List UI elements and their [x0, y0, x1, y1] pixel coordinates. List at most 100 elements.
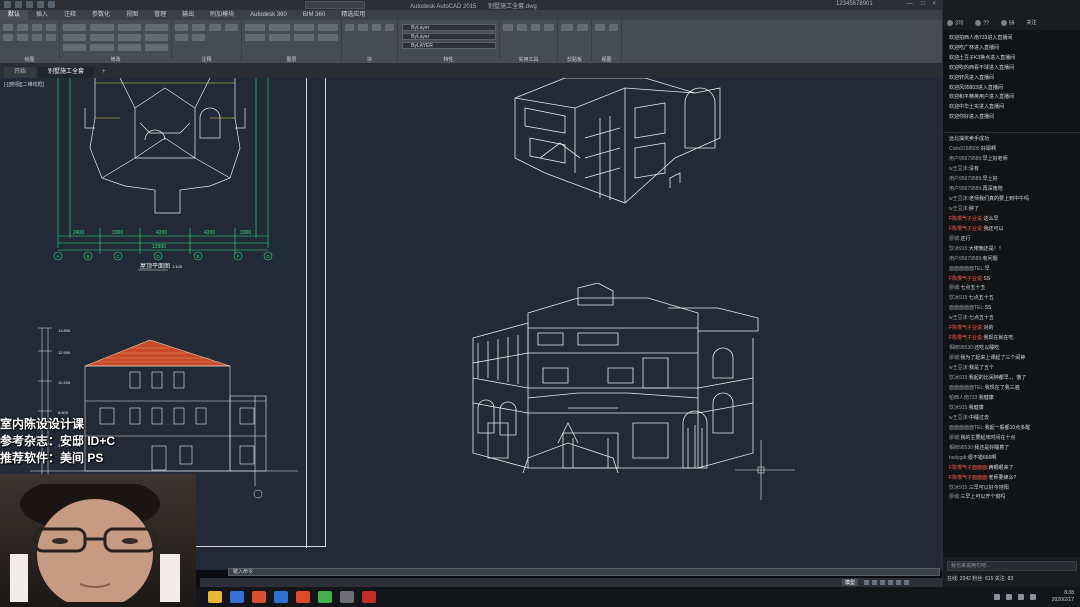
- undo-icon[interactable]: [37, 1, 44, 8]
- command-line[interactable]: 键入命令: [228, 568, 940, 576]
- osnap-toggle-icon[interactable]: [896, 580, 902, 585]
- redo-icon[interactable]: [48, 1, 55, 8]
- chat-username[interactable]: hsdygdt:: [949, 455, 968, 461]
- layer-freeze-icon[interactable]: [317, 24, 338, 31]
- viewport-icon[interactable]: [595, 24, 605, 31]
- select-all-icon[interactable]: [530, 24, 541, 31]
- linetype-combo[interactable]: ByLayer: [402, 33, 496, 40]
- open-file-icon[interactable]: [15, 1, 22, 8]
- insert-block-icon[interactable]: [345, 24, 355, 31]
- search-input[interactable]: [305, 1, 365, 9]
- move-icon[interactable]: [63, 24, 87, 31]
- circle-tool-icon[interactable]: [31, 24, 42, 31]
- chat-username[interactable]: 面面面面面TEL:: [949, 266, 985, 272]
- id-point-icon[interactable]: [544, 24, 554, 31]
- chat-username[interactable]: 用户95679589:: [949, 156, 983, 162]
- file-explorer-icon[interactable]: [208, 591, 222, 603]
- chat-username[interactable]: 饮冰915:: [949, 295, 969, 301]
- chat-username[interactable]: 饮冰915:: [949, 246, 969, 252]
- chat-username[interactable]: F陈慢气子业说:: [949, 335, 983, 341]
- chat-tab-hot[interactable]: 370: [947, 19, 963, 26]
- copy-clip-icon[interactable]: [576, 24, 588, 31]
- measure-icon[interactable]: [503, 24, 513, 31]
- save-icon[interactable]: [26, 1, 33, 8]
- chat-tab-likes[interactable]: 59: [1000, 19, 1014, 26]
- chat-username[interactable]: 廖城:: [949, 494, 960, 500]
- tab-insert[interactable]: 插入: [28, 10, 56, 20]
- panel-view-title[interactable]: 视图: [592, 56, 621, 63]
- line-tool-icon[interactable]: [3, 24, 14, 31]
- illustrator-icon[interactable]: [296, 591, 310, 603]
- tab-autodesk-360[interactable]: Autodesk 360: [242, 10, 295, 20]
- chat-username[interactable]: 饮冰915:: [949, 375, 969, 381]
- tab-default[interactable]: 默认: [0, 10, 29, 20]
- chat-username[interactable]: 廖城:: [949, 285, 960, 291]
- tab-featured-apps[interactable]: 精选应用: [333, 10, 373, 20]
- chat-username[interactable]: w王豆沫:: [949, 166, 969, 172]
- ellipse-tool-icon[interactable]: [31, 34, 42, 41]
- calculator-icon[interactable]: [516, 24, 527, 31]
- browser-icon[interactable]: [230, 591, 244, 603]
- layer-unisolate-icon[interactable]: [293, 34, 314, 41]
- tab-view[interactable]: 视图: [118, 10, 146, 20]
- edit-block-icon[interactable]: [371, 24, 381, 31]
- chat-username[interactable]: w王豆沫:: [949, 365, 969, 371]
- panel-properties-title[interactable]: 特性: [398, 56, 499, 63]
- panel-layers-title[interactable]: 图层: [242, 56, 341, 63]
- user-account[interactable]: 12345678901: [836, 1, 873, 7]
- layer-lock-icon[interactable]: [245, 34, 266, 41]
- table-icon[interactable]: [225, 24, 238, 31]
- tab-output[interactable]: 输出: [174, 10, 202, 20]
- tab-annotate[interactable]: 注释: [56, 10, 84, 20]
- lineweight-combo[interactable]: ByLAYER: [402, 42, 496, 49]
- scale-icon[interactable]: [144, 34, 168, 41]
- copy-icon[interactable]: [144, 24, 168, 31]
- chat-username[interactable]: F陈慢气子业说:: [949, 325, 983, 331]
- notification-icon[interactable]: [1030, 594, 1036, 600]
- array-icon[interactable]: [63, 44, 87, 51]
- wechat-icon[interactable]: [318, 591, 332, 603]
- rotate-icon[interactable]: [90, 24, 114, 31]
- chat-username[interactable]: F陈慢气子业说:: [949, 226, 983, 232]
- chat-username[interactable]: w王豆沫:: [949, 206, 969, 212]
- panel-clipboard-title[interactable]: 剪贴板: [558, 56, 591, 63]
- chat-username[interactable]: 饮冰915:: [949, 405, 969, 411]
- panel-draw-title[interactable]: 绘图: [0, 56, 59, 63]
- layer-off-icon[interactable]: [269, 24, 290, 31]
- chat-input[interactable]: 我也来说两句吧...: [947, 561, 1077, 571]
- doc-tab-drawing[interactable]: 别墅施工全套: [38, 67, 95, 78]
- network-icon[interactable]: [994, 594, 1000, 600]
- rect-tool-icon[interactable]: [3, 34, 14, 41]
- tab-bim-360[interactable]: BIM 360: [295, 10, 333, 20]
- layer-properties-icon[interactable]: [245, 24, 266, 31]
- spline-tool-icon[interactable]: [45, 34, 56, 41]
- arc-tool-icon[interactable]: [45, 24, 56, 31]
- close-button[interactable]: ×: [932, 1, 936, 7]
- chat-username[interactable]: F陈慢气子面面面:: [949, 465, 988, 471]
- volume-icon[interactable]: [1006, 594, 1012, 600]
- trim-icon[interactable]: [117, 24, 141, 31]
- layer-current-icon[interactable]: [317, 34, 338, 41]
- hatch-tool-icon[interactable]: [17, 34, 28, 41]
- color-combo[interactable]: ByLayer: [402, 24, 496, 31]
- attributes-icon[interactable]: [384, 24, 394, 31]
- chat-follow-button[interactable]: 关注: [1026, 19, 1036, 26]
- tab-parametric[interactable]: 参数化: [84, 10, 118, 20]
- clock[interactable]: 8:38 2020/2/17: [1052, 590, 1074, 604]
- chat-username[interactable]: 相郎95530:: [949, 345, 974, 351]
- stretch-icon[interactable]: [117, 34, 141, 41]
- layer-match-icon[interactable]: [269, 34, 290, 41]
- tab-manage[interactable]: 管理: [146, 10, 174, 20]
- maximize-button[interactable]: □: [921, 1, 925, 7]
- linear-dim-icon[interactable]: [175, 34, 188, 41]
- photoshop-icon[interactable]: [274, 591, 288, 603]
- app-icon[interactable]: [340, 591, 354, 603]
- chat-username[interactable]: 廖城:: [949, 236, 960, 242]
- grid-toggle-icon[interactable]: [864, 580, 870, 585]
- ortho-toggle-icon[interactable]: [880, 580, 886, 585]
- chat-username[interactable]: 廖城:: [949, 355, 960, 361]
- chat-username[interactable]: 面面面面面TEL:: [949, 425, 985, 431]
- ime-icon[interactable]: [1018, 594, 1024, 600]
- panel-utilities-title[interactable]: 实用工具: [500, 56, 557, 63]
- tab-addins[interactable]: 附加模块: [202, 10, 242, 20]
